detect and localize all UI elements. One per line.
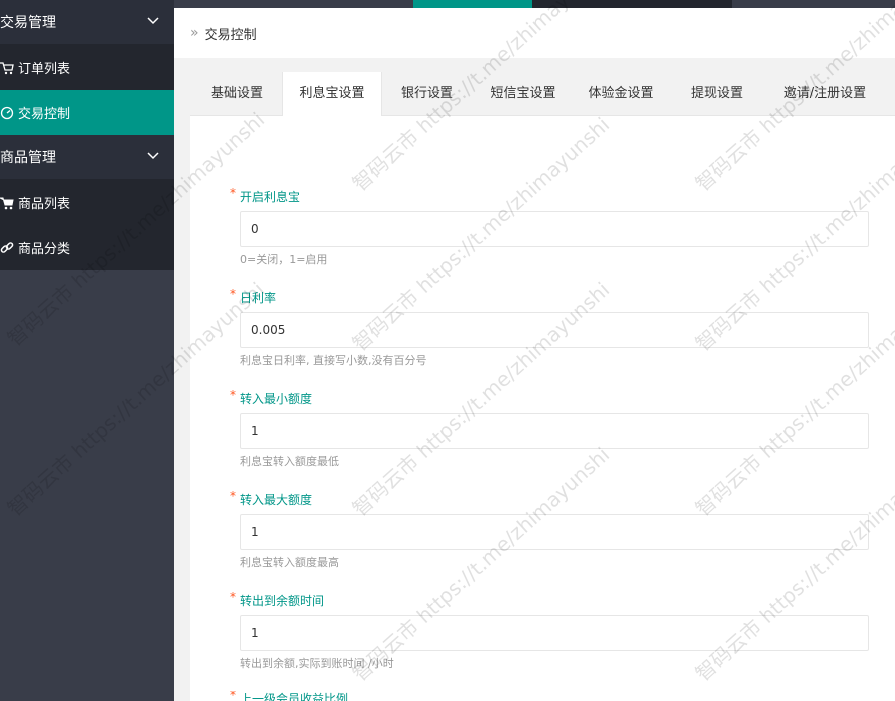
sidebar-item-label: 商品分类: [18, 242, 71, 257]
field-label: * 转入最大额度: [230, 489, 871, 508]
tab-interest-settings[interactable]: 利息宝设置: [282, 72, 382, 116]
page-title: 交易控制: [204, 27, 257, 43]
sidebar-group-goods[interactable]: 商品管理: [0, 135, 174, 180]
required-mark: *: [230, 287, 236, 301]
field-help: 利息宝日利率, 直接写小数,没有百分号: [240, 354, 427, 367]
form-field-min-deposit: * 转入最小额度 1 利息宝转入额度最低: [230, 388, 871, 469]
sidebar-item-label: 交易控制: [18, 107, 71, 122]
sidebar-group-label: 交易管理: [0, 15, 56, 31]
sidebar-item-trade-control[interactable]: 交易控制: [0, 90, 174, 135]
field-label: * 日利率: [230, 287, 871, 306]
field-label-text: 日利率: [240, 291, 277, 305]
tab-label: 短信宝设置: [490, 86, 556, 101]
withdraw-time-input[interactable]: 1: [240, 615, 869, 651]
sidebar-item-orders[interactable]: 订单列表: [0, 45, 174, 90]
field-help: 0=关闭，1=启用: [240, 253, 328, 266]
form-field-parent-ratio: * 上一级会员收益比例: [230, 691, 871, 701]
tab-label: 基础设置: [210, 86, 263, 101]
form-field-withdraw-time: * 转出到余额时间 1 转出到余额,实际到账时间 /小时: [230, 590, 871, 671]
field-label: * 开启利息宝: [230, 186, 871, 205]
tab-sms-settings[interactable]: 短信宝设置: [480, 72, 566, 115]
sidebar-item-goods-list[interactable]: 商品列表: [0, 180, 174, 225]
top-nav-tab[interactable]: [532, 0, 732, 8]
tab-label: 提现设置: [690, 86, 743, 101]
form-field-enable-interest: * 开启利息宝 0 0=关闭，1=启用: [230, 186, 871, 267]
tab-bank-settings[interactable]: 银行设置: [390, 72, 464, 115]
chevron-up-icon: [146, 149, 160, 163]
field-label: * 转入最小额度: [230, 388, 871, 407]
required-mark: *: [230, 388, 236, 402]
form-field-max-deposit: * 转入最大额度 1 利息宝转入额度最高: [230, 489, 871, 570]
breadcrumb: » 交易控制: [174, 8, 895, 59]
tab-invite-register-settings[interactable]: 邀请/注册设置: [770, 72, 880, 115]
sidebar-group-trade[interactable]: 交易管理: [0, 0, 174, 45]
double-chevron-right-icon: »: [190, 25, 199, 41]
sidebar: 交易管理 订单列表 交易控制 商品管理 商品列表 商品分类: [0, 0, 174, 701]
field-help: 利息宝转入额度最高: [240, 556, 339, 569]
max-deposit-input[interactable]: 1: [240, 514, 869, 550]
tab-label: 体验金设置: [588, 86, 654, 101]
chevron-up-icon: [146, 14, 160, 28]
top-nav-active-tab[interactable]: [413, 0, 532, 8]
field-label-text: 转出到余额时间: [240, 594, 325, 608]
cart-icon: [0, 61, 14, 75]
field-label-text: 转入最大额度: [240, 493, 313, 507]
sidebar-item-goods-category[interactable]: 商品分类: [0, 225, 174, 270]
link-icon: [0, 241, 14, 255]
field-label: * 上一级会员收益比例: [230, 691, 871, 701]
daily-rate-input[interactable]: 0.005: [240, 312, 869, 348]
required-mark: *: [230, 186, 236, 200]
tab-label: 邀请/注册设置: [783, 86, 867, 101]
required-mark: *: [230, 590, 236, 604]
tab-withdraw-settings[interactable]: 提现设置: [680, 72, 754, 115]
tab-label: 利息宝设置: [299, 86, 365, 101]
form-field-daily-rate: * 日利率 0.005 利息宝日利率, 直接写小数,没有百分号: [230, 287, 871, 368]
field-label: * 转出到余额时间: [230, 590, 871, 609]
sidebar-group-label: 商品管理: [0, 150, 56, 166]
settings-tabs: 基础设置 利息宝设置 银行设置 短信宝设置 体验金设置 提现设置 邀请/注册设置: [190, 72, 895, 116]
tab-trial-settings[interactable]: 体验金设置: [578, 72, 664, 115]
sidebar-item-label: 订单列表: [18, 62, 71, 77]
enable-interest-input[interactable]: 0: [240, 211, 869, 247]
field-help: 利息宝转入额度最低: [240, 455, 339, 468]
tab-label: 银行设置: [400, 86, 453, 101]
gauge-icon: [0, 106, 14, 120]
sidebar-item-label: 商品列表: [18, 197, 71, 212]
field-label-text: 上一级会员收益比例: [240, 692, 349, 701]
required-mark: *: [230, 691, 236, 701]
field-help: 转出到余额,实际到账时间 /小时: [240, 657, 394, 670]
top-nav-bar: [174, 0, 895, 8]
tab-basic-settings[interactable]: 基础设置: [198, 72, 276, 115]
cart-icon: [0, 196, 14, 210]
field-label-text: 开启利息宝: [240, 190, 301, 204]
min-deposit-input[interactable]: 1: [240, 413, 869, 449]
required-mark: *: [230, 489, 236, 503]
field-label-text: 转入最小额度: [240, 392, 313, 406]
